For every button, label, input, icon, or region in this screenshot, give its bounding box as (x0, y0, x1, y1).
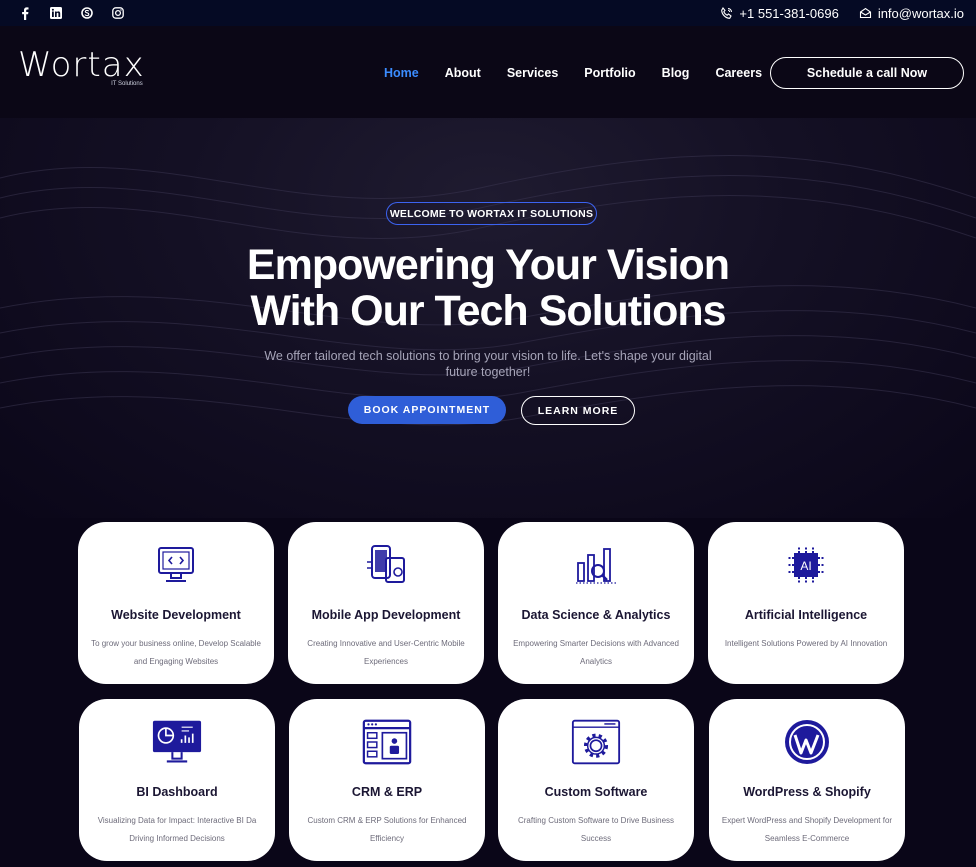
main-nav: Home About Services Portfolio Blog Caree… (384, 66, 762, 80)
crm-erp-icon (362, 719, 412, 765)
facebook-icon[interactable] (18, 6, 32, 20)
nav-services[interactable]: Services (507, 66, 558, 80)
gear-window-icon (571, 719, 621, 765)
dashboard-icon (152, 719, 202, 765)
service-card-artificial-intelligence[interactable]: AI Artificial Intelligence Intelligent S… (708, 522, 904, 684)
service-card-data-science-analytics[interactable]: Data Science & Analytics Empowering Smar… (498, 522, 694, 684)
service-description: Creating Innovative and User-Centric Mob… (307, 639, 465, 666)
service-card-crm-erp[interactable]: CRM & ERP Custom CRM & ERP Solutions for… (289, 699, 485, 861)
service-card-custom-software[interactable]: Custom Software Crafting Custom Software… (498, 699, 694, 861)
headline-line-2: With Our Tech Solutions (250, 287, 726, 335)
phone-icon (721, 6, 733, 19)
service-title: Custom Software (544, 785, 648, 799)
service-card-website-development[interactable]: Website Development To grow your busines… (78, 522, 274, 684)
phone-link[interactable]: +1 551-381-0696 (720, 5, 839, 21)
nav-careers[interactable]: Careers (715, 66, 762, 80)
logo-word: Wortax (18, 45, 145, 85)
hero-subtitle: We offer tailored tech solutions to brin… (264, 349, 712, 379)
service-title: Website Development (111, 608, 241, 622)
skype-icon[interactable] (80, 6, 94, 20)
welcome-badge: WELCOME TO WORTAX IT SOLUTIONS (386, 202, 597, 225)
service-description: Crafting Custom Software to Drive Busine… (517, 816, 675, 843)
ai-chip-icon: AI (781, 542, 831, 588)
service-title: BI Dashboard (136, 785, 218, 799)
service-description: To grow your business online, Develop Sc… (91, 639, 261, 666)
service-card-bi-dashboard[interactable]: BI Dashboard Visualizing Data for Impact… (79, 699, 275, 861)
analytics-icon (571, 542, 621, 588)
contact-info: +1 551-381-0696 info@wortax.io (720, 6, 964, 21)
nav-blog[interactable]: Blog (662, 66, 690, 80)
schedule-call-button[interactable]: Schedule a call Now (770, 57, 964, 89)
service-title: Artificial Intelligence (744, 608, 868, 622)
service-title: Data Science & Analytics (521, 608, 671, 622)
monitor-code-icon (151, 542, 201, 588)
mobile-app-icon (361, 542, 411, 588)
phone-number: +1 551-381-0696 (739, 5, 839, 21)
linkedin-icon[interactable] (49, 6, 63, 20)
instagram-icon[interactable] (111, 6, 125, 20)
service-card-mobile-app-development[interactable]: Mobile App Development Creating Innovati… (288, 522, 484, 684)
email-address: info@wortax.io (877, 5, 964, 21)
service-description: Empowering Smarter Decisions with Advanc… (513, 639, 679, 666)
service-description: Intelligent Solutions Powered by AI Inno… (724, 639, 888, 648)
logo[interactable]: Wortax IT Solutions (18, 45, 145, 87)
email-link[interactable]: info@wortax.io (859, 6, 964, 21)
hero-section: WELCOME TO WORTAX IT SOLUTIONS Empowerin… (0, 118, 976, 518)
top-bar: +1 551-381-0696 info@wortax.io (0, 0, 976, 26)
service-description: Visualizing Data for Impact: Interactive… (97, 816, 257, 843)
service-title: CRM & ERP (351, 785, 423, 799)
social-links (18, 6, 125, 20)
site-header: Wortax IT Solutions Home About Services … (0, 26, 976, 118)
logo-tagline: IT Solutions (111, 81, 143, 87)
book-appointment-button[interactable]: BOOK APPOINTMENT (348, 396, 506, 424)
service-description: Custom CRM & ERP Solutions for Enhanced … (307, 816, 467, 843)
service-title: WordPress & Shopify (743, 785, 871, 799)
hero-headline: Empowering Your Vision With Our Tech Sol… (0, 242, 976, 334)
nav-portfolio[interactable]: Portfolio (584, 66, 635, 80)
svg-text:AI: AI (800, 559, 811, 573)
nav-home[interactable]: Home (384, 66, 419, 80)
service-card-wordpress-shopify[interactable]: WordPress & Shopify Expert WordPress and… (709, 699, 905, 861)
service-description: Expert WordPress and Shopify Development… (721, 816, 893, 843)
headline-line-1: Empowering Your Vision (246, 241, 730, 289)
service-title: Mobile App Development (311, 608, 461, 622)
wordpress-icon (782, 719, 832, 765)
nav-about[interactable]: About (445, 66, 481, 80)
envelope-icon (859, 7, 871, 19)
learn-more-button[interactable]: LEARN MORE (521, 396, 635, 425)
